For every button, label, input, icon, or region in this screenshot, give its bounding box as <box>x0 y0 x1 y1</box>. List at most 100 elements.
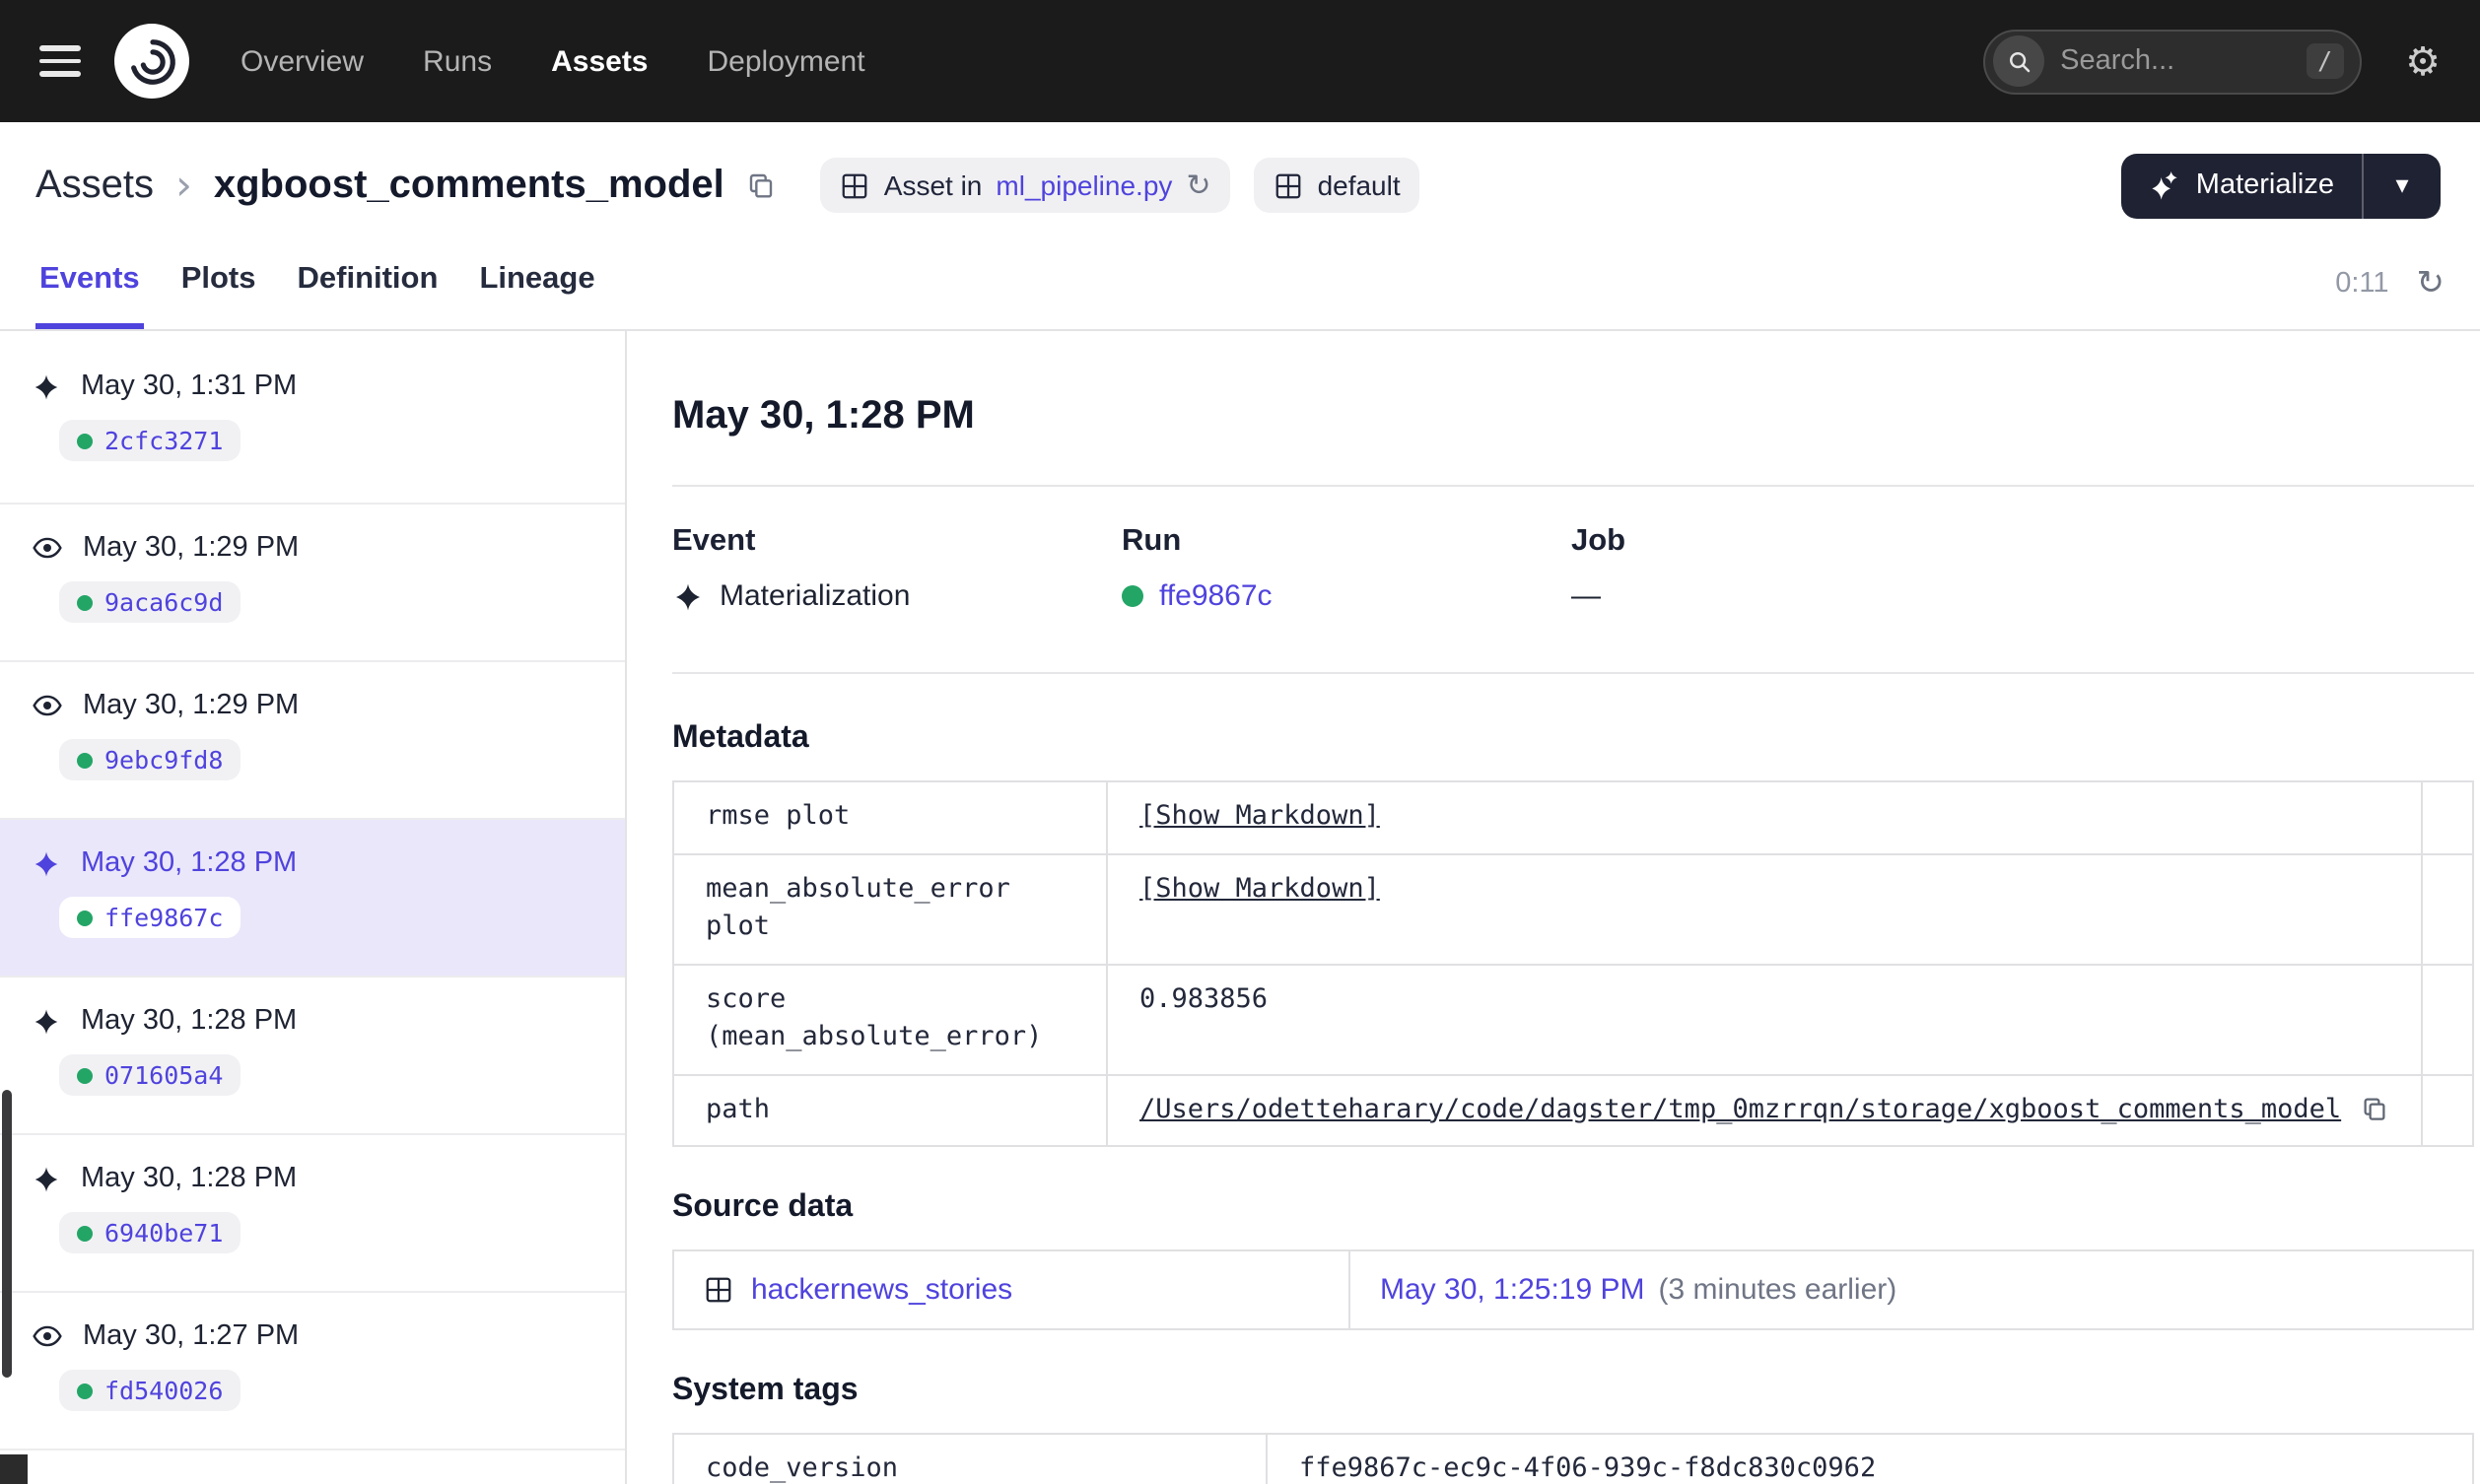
run-id-tag[interactable]: 2cfc3271 <box>59 420 241 461</box>
metadata-row: rmse plot [Show Markdown] <box>674 782 2471 852</box>
source-data-table: hackernews_stories May 30, 1:25:19 PM (3… <box>672 1249 2474 1330</box>
event-list-item[interactable]: May 30, 1:29 PM 9aca6c9d <box>0 505 625 662</box>
run-status-dot <box>77 1383 93 1398</box>
event-list-item[interactable]: May 30, 1:28 PM 071605a4 <box>0 978 625 1135</box>
materialization-icon <box>32 1006 61 1036</box>
source-asset-link[interactable]: hackernews_stories <box>751 1273 1012 1307</box>
metadata-table: rmse plot [Show Markdown] mean_absolute_… <box>672 780 2474 1147</box>
metadata-gutter <box>2420 965 2471 1073</box>
event-list-item-partial[interactable] <box>0 1450 625 1484</box>
job-value: — <box>1571 579 1601 613</box>
asset-group-icon <box>1274 170 1304 200</box>
metadata-row: score (mean_absolute_error) 0.983856 <box>674 963 2472 1073</box>
materialize-button[interactable]: Materialize <box>2121 153 2362 218</box>
event-label: Event <box>672 524 756 558</box>
event-detail-pane: May 30, 1:28 PM Event Materialization Ru… <box>627 331 2480 1484</box>
metadata-gutter <box>2420 1075 2471 1145</box>
event-list-item[interactable]: May 30, 1:31 PM 2cfc3271 <box>0 331 625 505</box>
event-time-label: May 30, 1:27 PM <box>83 1320 300 1352</box>
materialization-icon <box>672 580 704 612</box>
materialization-icon <box>32 848 61 878</box>
relative-time-label: (3 minutes earlier) <box>1658 1273 1897 1307</box>
run-id-tag[interactable]: ffe9867c <box>59 897 241 938</box>
run-status-dot <box>77 752 93 768</box>
event-type-value: Materialization <box>720 579 911 613</box>
asset-in-label: Asset in <box>883 169 983 201</box>
observation-icon <box>32 1320 63 1352</box>
event-detail-title: May 30, 1:28 PM <box>672 394 975 438</box>
metadata-gutter <box>2420 854 2471 963</box>
run-id-tag[interactable]: 9ebc9fd8 <box>59 739 241 780</box>
event-list-item-selected[interactable]: May 30, 1:28 PM ffe9867c <box>0 820 625 978</box>
asset-header: Assets › xgboost_comments_model Asset in… <box>0 122 2480 236</box>
run-status-dot <box>77 594 93 610</box>
group-label: default <box>1317 169 1401 201</box>
event-list-sidebar: May 30, 1:31 PM 2cfc3271 May 30, 1:29 PM… <box>0 331 627 1484</box>
run-status-dot <box>77 433 93 448</box>
breadcrumb-separator: › <box>175 162 192 209</box>
run-status-dot <box>77 910 93 925</box>
asset-in-job-badge[interactable]: Asset in ml_pipeline.py ↻ <box>820 158 1231 213</box>
path-link[interactable]: /Users/odetteharary/code/dagster/tmp_0mz… <box>1139 1091 2341 1129</box>
metadata-row: mean_absolute_error plot [Show Markdown] <box>674 852 2472 963</box>
asset-tabs: Events Plots Definition Lineage 0:11 ↻ <box>0 236 2480 331</box>
hamburger-icon[interactable] <box>39 45 81 77</box>
event-time-label: May 30, 1:28 PM <box>81 1163 298 1194</box>
breadcrumb-assets-link[interactable]: Assets <box>35 163 154 208</box>
tab-definition[interactable]: Definition <box>294 236 443 329</box>
sidebar-scrollbar-thumb[interactable] <box>2 1090 12 1378</box>
global-search[interactable]: / <box>1983 29 2363 94</box>
nav-link-deployment[interactable]: Deployment <box>708 44 865 78</box>
materialize-dropdown-caret[interactable]: ▾ <box>2362 153 2441 218</box>
asset-group-badge[interactable]: default <box>1254 158 1420 213</box>
metadata-key: mean_absolute_error plot <box>674 854 1108 963</box>
run-link[interactable]: ffe9867c <box>1159 579 1273 613</box>
show-markdown-link[interactable]: [Show Markdown] <box>1139 870 1380 909</box>
copy-icon[interactable] <box>746 169 778 201</box>
show-markdown-link[interactable]: [Show Markdown] <box>1139 798 1380 837</box>
event-summary: Event Materialization Run ffe9867c Job — <box>672 524 2473 613</box>
nav-link-assets[interactable]: Assets <box>551 44 648 78</box>
nav-link-runs[interactable]: Runs <box>423 44 492 78</box>
pipeline-file-link[interactable]: ml_pipeline.py <box>996 169 1172 201</box>
metadata-key: rmse plot <box>674 782 1108 852</box>
event-list-item[interactable]: May 30, 1:28 PM 6940be71 <box>0 1135 625 1293</box>
source-timestamp-link[interactable]: May 30, 1:25:19 PM <box>1380 1273 1645 1307</box>
run-id-label: 9ebc9fd8 <box>104 745 224 775</box>
metadata-row: path /Users/odetteharary/code/dagster/tm… <box>674 1073 2472 1145</box>
gear-icon[interactable]: ⚙ <box>2405 41 2441 81</box>
copy-icon[interactable] <box>2359 1093 2388 1122</box>
event-time-label: May 30, 1:29 PM <box>83 532 300 564</box>
event-time-label: May 30, 1:29 PM <box>83 690 300 721</box>
tab-lineage[interactable]: Lineage <box>475 236 598 329</box>
run-id-label: 2cfc3271 <box>104 426 224 455</box>
nav-link-overview[interactable]: Overview <box>241 44 364 78</box>
system-tags-table: code_version ffe9867c-ec9c-4f06-939c-f8d… <box>672 1433 2474 1484</box>
tab-plots[interactable]: Plots <box>177 236 260 329</box>
search-input[interactable] <box>2060 45 2291 77</box>
run-id-label: fd540026 <box>104 1376 224 1405</box>
system-tags-heading: System tags <box>672 1374 859 1407</box>
run-id-tag[interactable]: 6940be71 <box>59 1212 241 1253</box>
event-time-label: May 30, 1:28 PM <box>81 1005 298 1037</box>
event-time-label: May 30, 1:28 PM <box>81 847 298 879</box>
dagster-app: Overview Runs Assets Deployment / ⚙ Asse… <box>0 0 2480 1484</box>
sparkle-icon <box>2152 171 2177 200</box>
observation-icon <box>32 690 63 721</box>
refresh-icon[interactable]: ↻ <box>1186 168 1210 203</box>
run-id-tag[interactable]: 9aca6c9d <box>59 581 241 623</box>
run-id-tag[interactable]: fd540026 <box>59 1370 241 1411</box>
tab-events[interactable]: Events <box>35 236 144 329</box>
run-status-dot <box>77 1225 93 1241</box>
job-icon <box>841 170 870 200</box>
run-id-tag[interactable]: 071605a4 <box>59 1054 241 1096</box>
divider <box>672 485 2474 487</box>
event-list-item[interactable]: May 30, 1:27 PM fd540026 <box>0 1293 625 1450</box>
refresh-icon[interactable]: ↻ <box>2417 263 2446 303</box>
system-tag-key: code_version <box>674 1435 1268 1484</box>
dagster-logo[interactable] <box>114 24 189 99</box>
observation-icon <box>32 532 63 564</box>
event-list-item[interactable]: May 30, 1:29 PM 9ebc9fd8 <box>0 662 625 820</box>
scrollbar-corner <box>0 1454 28 1484</box>
system-tag-row: code_version ffe9867c-ec9c-4f06-939c-f8d… <box>674 1435 2471 1484</box>
